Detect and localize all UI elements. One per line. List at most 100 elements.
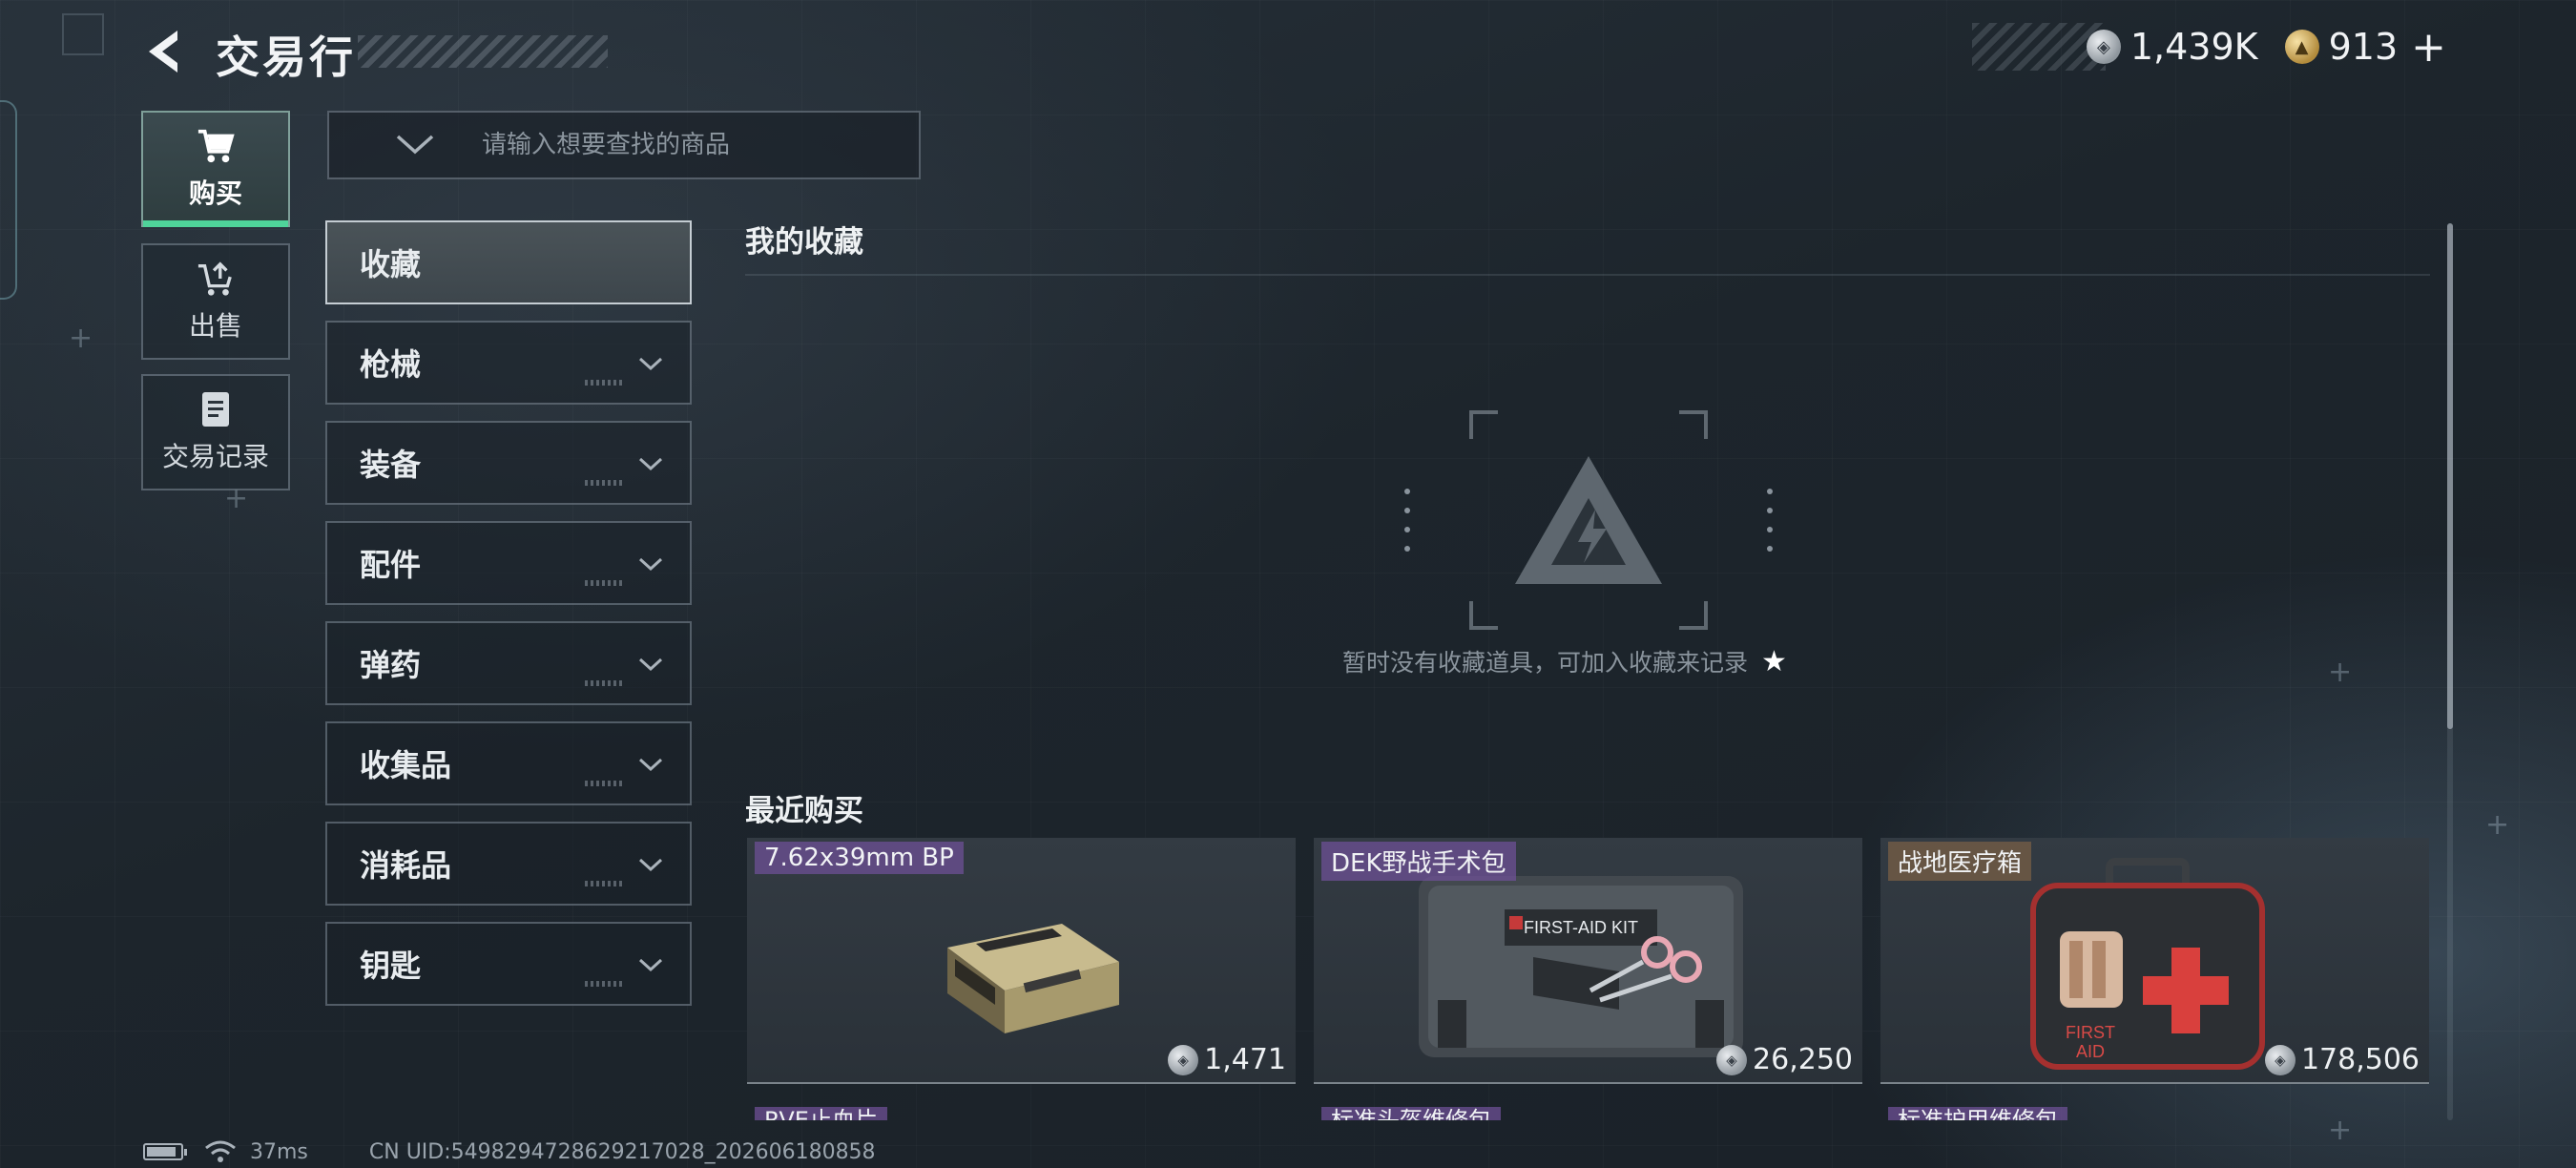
medical-case-image: FIRST AID	[2030, 858, 2265, 1070]
tab-sell-label: 出售	[188, 310, 242, 342]
wifi-icon	[205, 1140, 236, 1162]
ammo-box-image	[947, 924, 1119, 1033]
deco-plus: +	[2328, 1114, 2353, 1147]
deco-plus: +	[2328, 656, 2353, 689]
category-equipment[interactable]: 装备	[325, 421, 692, 505]
item-card-partial[interactable]: 标准头盔维修包	[1314, 1107, 1862, 1120]
category-decoration	[585, 981, 623, 987]
battery-icon	[143, 1143, 187, 1160]
item-name: 标准头盔维修包	[1321, 1107, 1501, 1120]
item-card[interactable]: FIRST AID 战地医疗箱 ◈ 178,506	[1880, 838, 2429, 1084]
frame-corner	[1679, 410, 1708, 439]
category-label: 枪械	[360, 346, 422, 383]
category-attachments[interactable]: 配件	[325, 521, 692, 605]
item-price-value: 178,506	[2300, 1043, 2420, 1076]
category-decoration	[585, 781, 623, 786]
category-consumables[interactable]: 消耗品	[325, 822, 692, 906]
item-card[interactable]: 7.62x39mm BP ◈ 1,471	[747, 838, 1296, 1084]
tab-records-label: 交易记录	[161, 441, 269, 472]
item-price: ◈ 178,506	[2264, 1043, 2420, 1076]
record-icon	[197, 390, 235, 428]
back-arrow-icon	[149, 31, 177, 73]
item-name: RVE止血片	[755, 1107, 887, 1120]
status-bar: 37ms CN UID:5498294728629217028_20260618…	[143, 1139, 876, 1164]
gold-amount: 913	[2328, 26, 2399, 68]
category-decoration	[585, 480, 623, 486]
tab-buy[interactable]: 购买	[141, 111, 290, 227]
category-label: 装备	[360, 447, 422, 483]
svg-text:AID: AID	[2076, 1042, 2105, 1061]
section-divider	[745, 274, 2430, 276]
category-keys[interactable]: 钥匙	[325, 922, 692, 1006]
scrollbar-thumb[interactable]	[2447, 223, 2453, 729]
svg-text:FIRST-AID KIT: FIRST-AID KIT	[1524, 918, 1638, 937]
silver-amount: 1,439K	[2129, 26, 2258, 68]
chevron-down-icon	[638, 357, 663, 371]
recent-items: 7.62x39mm BP ◈ 1,471 FIRST-AID KIT DEK野战…	[747, 838, 2429, 1086]
chevron-down-icon	[638, 657, 663, 672]
empty-state: 暂时没有收藏道具，可加入收藏来记录 ★	[1240, 644, 1889, 678]
item-name: 7.62x39mm BP	[755, 842, 964, 874]
silver-coin-icon: ◈	[1716, 1044, 1748, 1075]
chevron-down-icon	[638, 758, 663, 772]
game-logo-icon	[1515, 456, 1662, 584]
frame-corner	[1469, 601, 1498, 630]
category-collectibles[interactable]: 收集品	[325, 721, 692, 805]
chevron-down-icon	[638, 457, 663, 471]
category-ammo[interactable]: 弹药	[325, 621, 692, 705]
ping-text: 37ms	[250, 1139, 308, 1164]
category-label: 配件	[360, 547, 422, 583]
silver-coin-icon: ◈	[2086, 30, 2121, 64]
deco-plus: +	[69, 322, 93, 355]
search-input[interactable]	[480, 130, 919, 160]
surgical-kit-image: FIRST-AID KIT	[1419, 876, 1743, 1057]
category-label: 收集品	[360, 747, 452, 783]
silver-coin-icon: ◈	[2264, 1044, 2296, 1075]
chevron-down-icon	[638, 958, 663, 972]
empty-message: 暂时没有收藏道具，可加入收藏来记录	[1342, 649, 1749, 677]
category-decoration	[585, 380, 623, 386]
category-decoration	[585, 580, 623, 586]
svg-text:FIRST: FIRST	[2066, 1023, 2115, 1042]
gold-currency: ▲ 913 +	[2284, 23, 2446, 72]
category-label: 收藏	[360, 246, 422, 282]
tab-buy-label: 购买	[188, 177, 242, 209]
star-icon: ★	[1761, 644, 1787, 678]
deco-plus: +	[2485, 808, 2510, 842]
item-price: ◈ 1,471	[1168, 1043, 1286, 1076]
frame-dots	[1767, 489, 1773, 552]
frame-corner	[1679, 601, 1708, 630]
category-list: 收藏 枪械 装备 配件 弹药 收集品 消耗品 钥匙	[325, 220, 692, 1022]
frame-corner	[1469, 410, 1498, 439]
frame-dots	[1404, 489, 1410, 552]
search-bar	[327, 111, 921, 179]
item-card[interactable]: FIRST-AID KIT DEK野战手术包 ◈ 26,250	[1314, 838, 1862, 1084]
category-label: 消耗品	[360, 847, 452, 884]
category-favorites[interactable]: 收藏	[325, 220, 692, 304]
recent-title: 最近购买	[745, 794, 863, 828]
item-name: 标准护甲维修包	[1888, 1107, 2067, 1120]
item-card-partial[interactable]: 标准护甲维修包	[1880, 1107, 2429, 1120]
item-name: DEK野战手术包	[1321, 842, 1516, 881]
gold-coin-icon: ▲	[2284, 30, 2319, 64]
back-button[interactable]	[141, 23, 189, 80]
uid-text: CN UID:5498294728629217028_202606180858	[368, 1139, 876, 1164]
deco-corner	[62, 13, 104, 55]
favorites-title: 我的收藏	[745, 225, 863, 260]
tab-sell[interactable]: 出售	[141, 243, 290, 360]
page-title: 交易行	[216, 31, 356, 83]
currency-bar: ◈ 1,439K ▲ 913 +	[1972, 23, 2446, 72]
edge-tab[interactable]	[0, 100, 17, 300]
category-decoration	[585, 881, 623, 886]
item-price-value: 26,250	[1753, 1043, 1853, 1076]
item-price-value: 1,471	[1204, 1043, 1286, 1076]
cart-icon	[197, 127, 235, 165]
item-name: 战地医疗箱	[1888, 842, 2032, 881]
category-weapons[interactable]: 枪械	[325, 321, 692, 405]
category-label: 钥匙	[360, 948, 422, 984]
category-label: 弹药	[360, 647, 422, 683]
add-currency-button[interactable]: +	[2411, 23, 2446, 72]
item-card-partial[interactable]: RVE止血片	[747, 1107, 1296, 1120]
search-dropdown-chevron-icon[interactable]	[386, 116, 444, 174]
tab-records[interactable]: 交易记录	[141, 374, 290, 490]
